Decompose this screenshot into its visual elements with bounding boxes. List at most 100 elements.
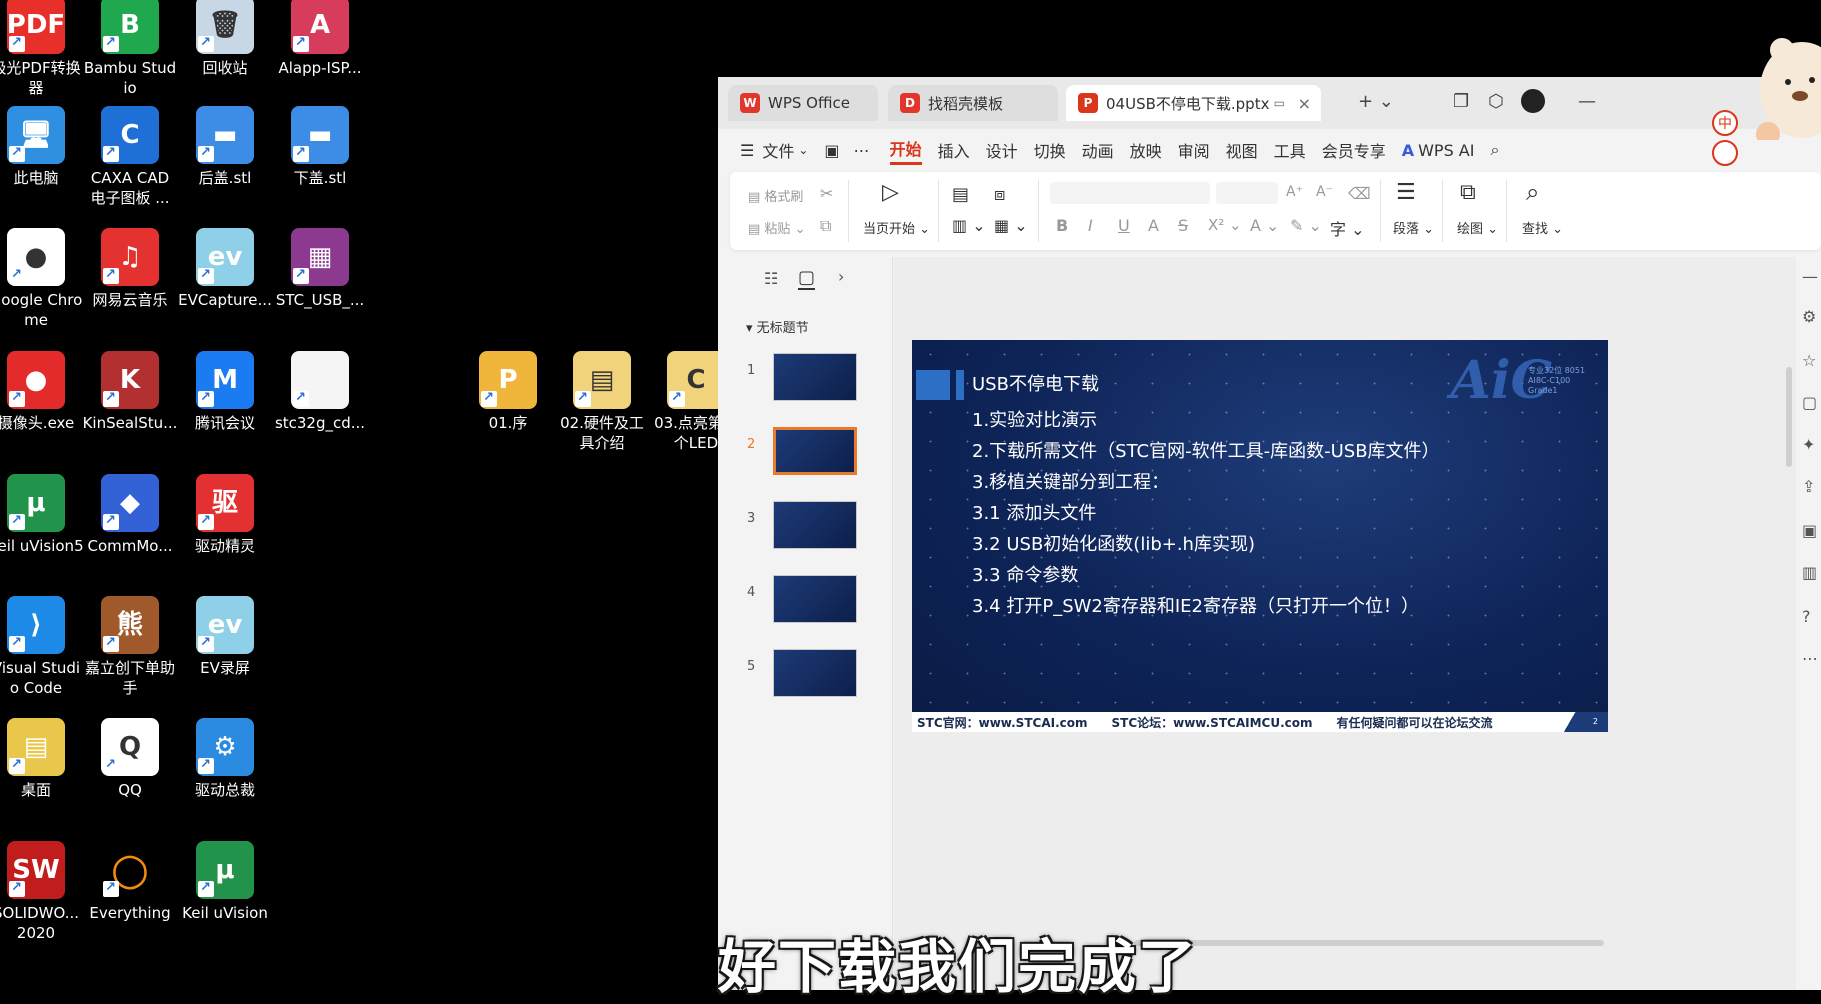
menu-member[interactable]: 会员专享 — [1322, 138, 1386, 162]
from-current-button[interactable]: 当页开始 ⌄ — [863, 218, 930, 237]
monitor-icon[interactable]: ▭ — [1274, 96, 1285, 110]
play-icon[interactable]: ▷ — [882, 180, 899, 205]
desktop-icon[interactable]: ○ Everything — [82, 841, 178, 923]
drawing-button[interactable]: 绘图 ⌄ — [1457, 218, 1498, 237]
strikethrough-icon[interactable]: S — [1178, 216, 1188, 235]
desktop-icon[interactable]: ♫ 网易云音乐 — [82, 228, 178, 310]
desktop-icon[interactable]: M 腾讯会议 — [177, 351, 273, 433]
desktop-icon[interactable]: μ Keil uVision — [177, 841, 273, 923]
slide-thumbnail[interactable] — [773, 649, 857, 697]
desktop-icon[interactable]: stc32g_cd... — [272, 351, 368, 433]
menu-insert[interactable]: 插入 — [938, 138, 970, 162]
desktop-icon[interactable]: P 01.序 — [460, 351, 556, 433]
minimize-icon[interactable]: — — [1578, 91, 1596, 112]
find-button[interactable]: 查找 ⌄ — [1522, 218, 1563, 237]
help-icon[interactable]: ? — [1802, 607, 1811, 626]
menu-view[interactable]: 视图 — [1226, 138, 1258, 162]
search-icon[interactable]: ⌕ — [1490, 140, 1499, 160]
book-icon[interactable]: ▥ — [1802, 563, 1817, 582]
desktop-icon[interactable]: ● 摄像头.exe — [0, 351, 84, 433]
menu-file[interactable]: 文件 — [762, 138, 794, 162]
menu-slideshow[interactable]: 放映 — [1130, 138, 1162, 162]
font-color-icon[interactable]: A ⌄ — [1250, 216, 1279, 235]
paste-button[interactable]: ▤ 粘贴 ⌄ — [748, 218, 805, 237]
drawing-icon[interactable]: ⧉ — [1460, 180, 1476, 205]
desktop-icon[interactable]: K KinSealStu... — [82, 351, 178, 433]
slide-view-icon[interactable]: ▢ — [798, 267, 816, 290]
desktop-icon[interactable]: A Alapp-ISP... — [272, 0, 368, 78]
menu-animation[interactable]: 动画 — [1082, 138, 1114, 162]
desktop-icon[interactable]: ◆ CommMo... — [82, 474, 178, 556]
desktop-icon[interactable]: PDF 极光PDF转换器 — [0, 0, 84, 98]
shadow-text-icon[interactable]: A — [1148, 216, 1159, 235]
avatar[interactable] — [1521, 89, 1545, 113]
desktop-icon[interactable]: ▦ STC_USB_... — [272, 228, 368, 310]
more-icon[interactable]: ⋯ — [854, 141, 870, 160]
paragraph-button[interactable]: 段落 ⌄ — [1393, 218, 1434, 237]
desktop-icon[interactable]: ▤ 02.硬件及工具介绍 — [554, 351, 650, 453]
desktop-icon[interactable]: B Bambu Studio — [82, 0, 178, 98]
paragraph-icon[interactable]: ☰ — [1396, 180, 1416, 205]
more-icon[interactable]: ⋯ — [1802, 649, 1818, 668]
desktop-icon[interactable]: 熊嘉立创下单助手 — [82, 596, 178, 698]
save-icon[interactable]: ▣ — [824, 141, 839, 160]
desktop-icon[interactable]: ev EVCapture... — [177, 228, 273, 310]
desktop-icon[interactable]: ● Google Chrome — [0, 228, 84, 330]
vertical-scrollbar[interactable] — [1786, 367, 1792, 467]
phonetic-icon[interactable]: 字 ⌄ — [1330, 216, 1365, 240]
menu-home[interactable]: 开始 — [889, 136, 922, 165]
format-painter-button[interactable]: ▤ 格式刷 — [748, 186, 803, 205]
slide-thumbnail[interactable] — [773, 575, 857, 623]
close-tab-icon[interactable]: × — [1298, 94, 1311, 113]
window-layout-icon[interactable]: ❐ — [1453, 91, 1469, 112]
font-name-select[interactable] — [1050, 182, 1210, 204]
desktop-icon[interactable]: 驱驱动精灵 — [177, 474, 273, 556]
outline-view-icon[interactable]: ☷ — [764, 269, 778, 288]
section-icon[interactable]: ▦ ⌄ — [994, 216, 1028, 235]
desktop-icon[interactable]: ▬ 下盖.stl — [272, 106, 368, 188]
share-icon[interactable]: ⇪ — [1802, 477, 1815, 496]
desktop-icon[interactable]: ▤ 桌面 — [0, 718, 84, 800]
desktop-icon[interactable]: ⚙ 驱动总裁 — [177, 718, 273, 800]
new-slide-icon[interactable]: ▤ — [952, 184, 969, 205]
chevron-right-icon[interactable]: › — [838, 267, 844, 286]
desktop-icon[interactable]: μ Keil uVision5 — [0, 474, 84, 556]
reuse-slide-icon[interactable]: ⧈ — [994, 184, 1005, 205]
slide-thumbnail[interactable] — [773, 427, 857, 475]
menu-transition[interactable]: 切换 — [1034, 138, 1066, 162]
desktop-icon[interactable]: ▬ 后盖.stl — [177, 106, 273, 188]
desktop-icon[interactable]: C CAXA CAD 电子图板 ... — [82, 106, 178, 208]
menu-review[interactable]: 审阅 — [1178, 138, 1210, 162]
ime-toolbox-icon[interactable] — [1712, 140, 1738, 166]
tab-docer-templates[interactable]: D 找稻壳模板 — [888, 85, 1058, 121]
tab-wps-office[interactable]: W WPS Office — [728, 85, 878, 121]
slide-thumbnail[interactable] — [773, 501, 857, 549]
image-icon[interactable]: ▣ — [1802, 521, 1817, 540]
current-slide[interactable]: AiC 专业32位 8051 AI8C-C100 Grade1 USB不停电下载… — [912, 340, 1608, 732]
adjust-icon[interactable]: ⚙ — [1802, 307, 1816, 326]
layout-icon[interactable]: ▥ ⌄ — [952, 216, 986, 235]
italic-icon[interactable]: I — [1088, 216, 1093, 235]
desktop-icon[interactable]: 🖥 此电脑 — [0, 106, 84, 188]
menu-tools[interactable]: 工具 — [1274, 138, 1306, 162]
desktop-icon[interactable]: ev EV录屏 — [177, 596, 273, 678]
collapse-icon[interactable]: — — [1802, 267, 1818, 286]
new-tab-icon[interactable]: + ⌄ — [1358, 91, 1394, 112]
hamburger-icon[interactable]: ☰ — [740, 141, 754, 160]
font-size-shrink-icon[interactable]: A⁻ — [1316, 184, 1333, 200]
menu-wps-ai[interactable]: WPS AI — [1418, 141, 1474, 160]
cube-icon[interactable]: ⬡ — [1488, 91, 1504, 112]
cut-icon[interactable]: ✂ — [820, 184, 833, 203]
font-size-select[interactable] — [1216, 182, 1278, 204]
slide-thumbnail[interactable] — [773, 353, 857, 401]
copy-icon[interactable]: ⧉ — [820, 216, 831, 236]
horizontal-scrollbar[interactable] — [1134, 940, 1604, 946]
find-icon[interactable]: ⌕ — [1526, 178, 1539, 206]
font-size-grow-icon[interactable]: A⁺ — [1286, 184, 1303, 200]
tab-document[interactable]: P 04USB不停电下载.pptx ▭ × — [1066, 85, 1321, 121]
underline-icon[interactable]: U — [1118, 216, 1130, 235]
highlight-icon[interactable]: ✎ ⌄ — [1290, 216, 1322, 235]
section-header[interactable]: ▾ 无标题节 — [746, 317, 809, 336]
menu-design[interactable]: 设计 — [986, 138, 1018, 162]
comment-icon[interactable]: ▢ — [1802, 393, 1817, 412]
